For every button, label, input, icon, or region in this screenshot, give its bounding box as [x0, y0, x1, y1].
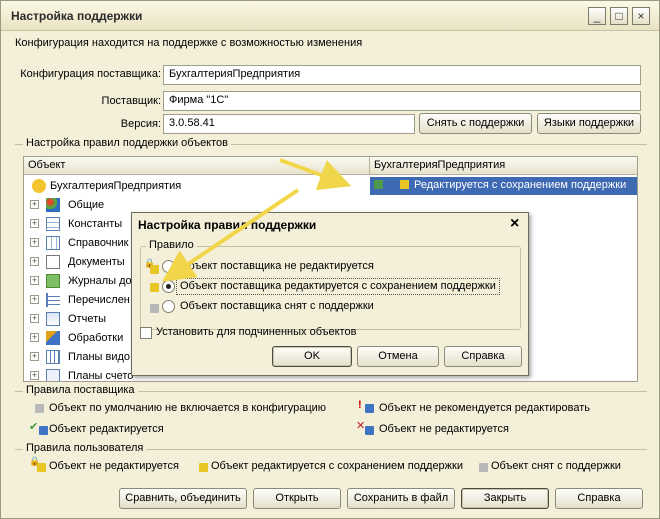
legend-editable: Объект редактируется — [49, 423, 164, 435]
ok-button[interactable]: OK — [272, 346, 352, 367]
user-rule-cube-icon — [400, 180, 409, 189]
radio-editable-support[interactable] — [162, 280, 175, 293]
tree-row-label: БухгалтерияПредприятия — [50, 180, 182, 192]
reports-icon — [46, 312, 60, 326]
tree-row-label: Документы — [68, 256, 125, 268]
supplier-label: Поставщик: — [101, 95, 161, 107]
selected-rule-text: Редактируется с сохранением поддержки — [414, 179, 627, 191]
legend-not-recommended: Объект не рекомендуется редактировать — [379, 402, 591, 414]
tree-row[interactable]: БухгалтерияПредприятия — [24, 177, 370, 196]
window-title: Настройка поддержки — [11, 9, 143, 23]
column-vendor-header[interactable]: БухгалтерияПредприятия — [370, 157, 637, 175]
catalogs-icon — [46, 236, 60, 250]
config-root-icon — [32, 179, 46, 193]
tree-row-label: Общие — [68, 199, 105, 211]
editable-checkmark-icon — [374, 180, 383, 189]
legend-user-editable-support: Объект редактируется с сохранением подде… — [211, 460, 463, 472]
support-status-text: Конфигурация находится на поддержке с во… — [15, 37, 363, 49]
compare-merge-button[interactable]: Сравнить, объединить — [119, 488, 247, 509]
expand-icon[interactable]: + — [30, 276, 39, 285]
blue-cube-icon — [365, 404, 374, 413]
tree-row-label: Перечислен — [68, 294, 130, 306]
apply-subordinates-checkbox[interactable] — [140, 327, 152, 339]
legend-user-removed: Объект снят с поддержки — [491, 460, 621, 472]
title-bar: Настройка поддержки _ □ × — [1, 1, 659, 31]
checkmark-icon: ✔ — [29, 421, 39, 433]
yellow-cube-icon — [199, 463, 208, 472]
expand-icon[interactable]: + — [30, 238, 39, 247]
help-button[interactable]: Справка — [555, 488, 643, 509]
dialog-close-icon[interactable]: × — [510, 215, 519, 233]
yellow-cube-icon — [150, 283, 159, 292]
support-languages-button[interactable]: Языки поддержки — [537, 113, 641, 134]
expand-icon[interactable]: + — [30, 295, 39, 304]
option-editable-support-label[interactable]: Объект поставщика редактируется с сохран… — [180, 280, 496, 292]
expand-icon[interactable]: + — [30, 200, 39, 209]
gray-cube-icon — [150, 304, 159, 313]
maximize-button[interactable]: □ — [610, 7, 628, 25]
dialog-title: Настройка правил поддержки — [138, 218, 317, 232]
chart-types-icon — [46, 350, 60, 364]
close-dialog-button[interactable]: Закрыть — [461, 488, 549, 509]
radio-not-editable[interactable] — [162, 260, 175, 273]
warning-exclamation-icon: ! — [358, 399, 362, 411]
journals-icon — [46, 274, 60, 288]
common-icon — [46, 198, 60, 212]
cross-icon: ✕ — [356, 420, 366, 432]
tree-row-label: Планы видо — [68, 351, 131, 363]
user-rules-label: Правила пользователя — [23, 442, 147, 454]
legend-not-editable: Объект не редактируется — [379, 423, 509, 435]
tree-row-label: Отчеты — [68, 313, 107, 325]
selected-rule-cell[interactable]: Редактируется с сохранением поддержки — [370, 177, 637, 195]
remove-support-button[interactable]: Снять с поддержки — [419, 113, 532, 134]
apply-subordinates-label[interactable]: Установить для подчиненных объектов — [156, 326, 356, 338]
gray-cube-icon — [35, 404, 44, 413]
tree-row-label: Журналы до — [68, 275, 132, 287]
support-rule-dialog: Настройка правил поддержки × Правило 🔒 О… — [131, 212, 529, 376]
tree-row-label: Планы счето — [68, 370, 134, 382]
minimize-button[interactable]: _ — [588, 7, 606, 25]
tree-row-label: Обработки — [68, 332, 124, 344]
version-label: Версия: — [120, 118, 161, 130]
chart-accounts-icon — [46, 369, 60, 381]
dataprocessors-icon — [46, 331, 60, 345]
rules-group-label: Настройка правил поддержки объектов — [23, 137, 231, 149]
open-button[interactable]: Открыть — [253, 488, 341, 509]
supplier-field[interactable]: Фирма "1С" — [163, 91, 641, 111]
legend-user-not-editable: Объект не редактируется — [49, 460, 179, 472]
expand-icon[interactable]: + — [30, 219, 39, 228]
rule-group-label: Правило — [146, 239, 197, 251]
constants-icon — [46, 217, 60, 231]
supplier-config-field[interactable]: БухгалтерияПредприятия — [163, 65, 641, 85]
legend-not-included: Объект по умолчанию не включается в конф… — [49, 402, 327, 414]
close-button[interactable]: × — [632, 7, 650, 25]
blue-cube-icon — [365, 426, 374, 435]
cancel-button[interactable]: Отмена — [357, 346, 439, 367]
radio-removed-support[interactable] — [162, 300, 175, 313]
blue-cube-icon — [39, 426, 48, 435]
version-field[interactable]: 3.0.58.41 — [163, 114, 415, 134]
enums-icon — [46, 293, 60, 307]
vendor-rules-label: Правила поставщика — [23, 384, 138, 396]
expand-icon[interactable]: + — [30, 352, 39, 361]
expand-icon[interactable]: + — [30, 333, 39, 342]
tree-row-label: Справочник — [68, 237, 129, 249]
documents-icon — [46, 255, 60, 269]
supplier-config-label: Конфигурация поставщика: — [20, 68, 161, 80]
tree-row-label: Константы — [68, 218, 123, 230]
option-not-editable-label[interactable]: Объект поставщика не редактируется — [180, 260, 374, 272]
column-object-header[interactable]: Объект — [24, 157, 370, 175]
expand-icon[interactable]: + — [30, 314, 39, 323]
option-removed-support-label[interactable]: Объект поставщика снят с поддержки — [180, 300, 374, 312]
gray-cube-icon — [479, 463, 488, 472]
yellow-cube-icon — [37, 463, 46, 472]
dialog-help-button[interactable]: Справка — [444, 346, 522, 367]
expand-icon[interactable]: + — [30, 371, 39, 380]
expand-icon[interactable]: + — [30, 257, 39, 266]
save-to-file-button[interactable]: Сохранить в файл — [347, 488, 455, 509]
yellow-cube-icon — [150, 265, 159, 274]
